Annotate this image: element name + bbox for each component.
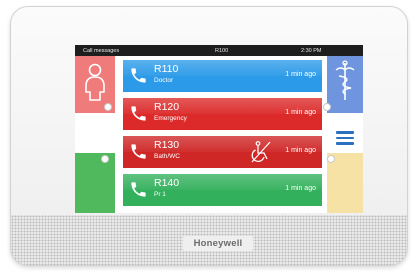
alert-type: Bath/WC <box>154 153 181 160</box>
tile-green[interactable] <box>75 153 115 213</box>
phone-icon <box>131 106 146 121</box>
tile-staff-presence[interactable] <box>75 56 115 113</box>
alert-type: Pr 1 <box>154 191 166 198</box>
alert-room: R120 <box>154 101 180 113</box>
alert-time: 1 min ago <box>285 147 316 154</box>
phone-icon <box>131 144 146 159</box>
status-title: Call messages <box>83 47 120 54</box>
tile-medical[interactable] <box>323 56 363 113</box>
intercom-device: Call messages R100 2:30 PM R110 Doctor 1… <box>10 6 408 266</box>
main-content: R110 Doctor 1 min ago R120 Emergency 1 m… <box>75 56 363 213</box>
tile-yellow[interactable] <box>327 153 363 213</box>
status-clock: 2:30 PM <box>301 47 322 54</box>
alert-type: Doctor <box>154 77 174 84</box>
alert-time: 1 min ago <box>285 185 316 192</box>
status-bar: Call messages R100 2:30 PM <box>75 45 363 56</box>
alert-row-1[interactable]: R120 Emergency 1 min ago <box>123 98 322 130</box>
alert-room: R140 <box>154 177 180 189</box>
alert-row-3[interactable]: R140 Pr 1 1 min ago <box>123 174 322 206</box>
tile-blank-left[interactable] <box>75 113 115 153</box>
alert-type: Emergency <box>154 115 187 122</box>
alert-room: R130 <box>154 139 180 151</box>
wheelchair-icon <box>251 141 271 163</box>
person-icon <box>85 63 105 101</box>
alert-row-0[interactable]: R110 Doctor 1 min ago <box>123 60 322 92</box>
alert-time: 1 min ago <box>285 109 316 116</box>
indicator-dot <box>323 103 331 111</box>
alert-time: 1 min ago <box>285 71 316 78</box>
touch-screen: Call messages R100 2:30 PM R110 Doctor 1… <box>75 45 363 213</box>
indicator-dot <box>104 103 112 111</box>
caduceus-icon <box>335 60 355 100</box>
status-room: R100 <box>215 47 229 54</box>
alert-room: R110 <box>154 63 179 75</box>
alert-row-2[interactable]: R130 Bath/WC 1 min ago <box>123 136 322 168</box>
phone-icon <box>131 182 146 197</box>
indicator-dot <box>101 155 109 163</box>
brand-logo: Honeywell <box>193 238 243 249</box>
phone-icon <box>131 68 146 83</box>
indicator-dot <box>327 155 335 163</box>
menu-icon[interactable] <box>336 131 354 145</box>
